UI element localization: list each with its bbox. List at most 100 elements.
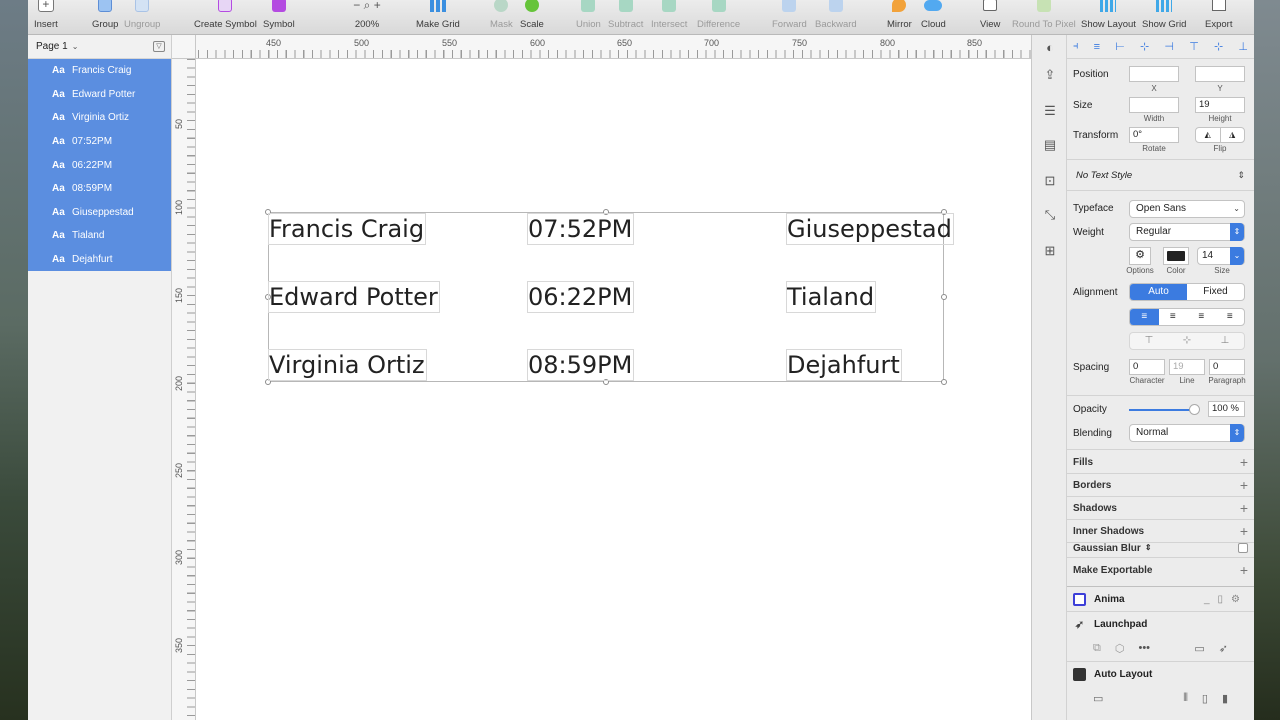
- forward-button[interactable]: Forward: [772, 0, 807, 35]
- gaussian-blur-section[interactable]: Gaussian Blur ⇕: [1067, 543, 1254, 557]
- show-layout-button[interactable]: Show Layout: [1081, 0, 1136, 35]
- add-inner-shadow-icon[interactable]: +: [1240, 523, 1248, 539]
- insert-button[interactable]: + Insert: [34, 0, 58, 35]
- layer-item[interactable]: Aa Dejahfurt: [28, 248, 171, 272]
- pin-icon[interactable]: ⊡: [1040, 171, 1060, 191]
- resize-icon[interactable]: ⤡: [1040, 205, 1060, 225]
- scale-button[interactable]: Scale: [520, 0, 544, 35]
- cube-icon[interactable]: ⬡: [1115, 642, 1125, 655]
- upload-icon[interactable]: ⇪: [1040, 65, 1060, 85]
- layer-item[interactable]: Aa Giuseppestad: [28, 201, 171, 225]
- launchpad-plugin-header[interactable]: ➶ Launchpad: [1067, 612, 1254, 636]
- resize-handle[interactable]: [941, 379, 947, 385]
- desktop-preview-icon[interactable]: ⫴: [1183, 692, 1188, 705]
- layer-item[interactable]: Aa 06:22PM: [28, 153, 171, 177]
- align-left-icon[interactable]: ⫞: [1073, 40, 1079, 53]
- resize-handle[interactable]: [941, 294, 947, 300]
- text-layer-city[interactable]: Dejahfurt: [786, 349, 902, 381]
- align-center-icon[interactable]: ⊹: [1140, 40, 1149, 53]
- distribute-icon[interactable]: ≡: [1094, 41, 1100, 53]
- text-layer-city[interactable]: Giuseppestad: [786, 213, 954, 245]
- add-image-icon[interactable]: ⊞: [1040, 241, 1060, 261]
- make-grid-button[interactable]: Make Grid: [416, 0, 460, 35]
- cloud-button[interactable]: Cloud: [921, 0, 946, 35]
- fills-section[interactable]: Fills +: [1067, 451, 1254, 473]
- more-icon[interactable]: •••: [1138, 642, 1150, 654]
- anima-controls[interactable]: _▯⚙: [1204, 594, 1248, 605]
- align-bottom-icon[interactable]: ⊥: [1238, 40, 1248, 53]
- opacity-slider-track[interactable]: [1129, 404, 1200, 415]
- subtract-button[interactable]: Subtract: [608, 0, 643, 35]
- ungroup-button[interactable]: Ungroup: [124, 0, 160, 35]
- valign-bottom-icon[interactable]: ⊥: [1206, 333, 1244, 349]
- intersect-button[interactable]: Intersect: [651, 0, 687, 35]
- text-alignment-control[interactable]: ≡ ≡ ≡ ≡: [1129, 308, 1245, 326]
- opacity-field[interactable]: 100 %: [1208, 401, 1245, 417]
- mask-button[interactable]: Mask: [490, 0, 513, 35]
- vertical-alignment-control[interactable]: ⊤ ⊹ ⊥: [1129, 332, 1245, 350]
- align-fixed-option[interactable]: Fixed: [1187, 284, 1244, 300]
- flip-horizontal-icon[interactable]: ◭: [1196, 128, 1220, 142]
- round-to-pixel-button[interactable]: Round To Pixel: [1012, 0, 1076, 35]
- add-fill-icon[interactable]: +: [1240, 454, 1248, 470]
- align-auto-option[interactable]: Auto: [1130, 284, 1187, 300]
- width-field[interactable]: [1129, 97, 1179, 113]
- group-button[interactable]: Group: [92, 0, 118, 35]
- valign-middle-icon[interactable]: ⊹: [1168, 333, 1206, 349]
- anima-toggle-icon[interactable]: ◐: [1040, 37, 1060, 57]
- layer-item[interactable]: Aa Tialand: [28, 224, 171, 248]
- flip-control[interactable]: ◭ ◮: [1195, 127, 1245, 143]
- union-button[interactable]: Union: [576, 0, 601, 35]
- export-button[interactable]: Export: [1205, 0, 1232, 35]
- show-grid-button[interactable]: Show Grid: [1142, 0, 1186, 35]
- text-color-swatch[interactable]: [1163, 247, 1189, 265]
- zoom-control[interactable]: − ⌕ + 200%: [342, 0, 392, 35]
- height-field[interactable]: 19: [1195, 97, 1245, 113]
- align-top-icon[interactable]: ⊤: [1189, 40, 1199, 53]
- borders-section[interactable]: Borders +: [1067, 474, 1254, 496]
- rotate-field[interactable]: 0°: [1129, 127, 1179, 143]
- tablet-preview-icon[interactable]: ▯: [1202, 692, 1208, 705]
- inner-shadows-section[interactable]: Inner Shadows +: [1067, 520, 1254, 542]
- mirror-button[interactable]: Mirror: [887, 0, 912, 35]
- shadows-section[interactable]: Shadows +: [1067, 497, 1254, 519]
- layer-item[interactable]: Aa Francis Craig: [28, 59, 171, 83]
- view-button[interactable]: View: [980, 0, 1000, 35]
- text-style-selector[interactable]: No Text Style ⇕: [1067, 160, 1254, 190]
- weight-dropdown[interactable]: Regular ⇕: [1129, 223, 1245, 241]
- paragraph-spacing-field[interactable]: 0: [1209, 359, 1245, 375]
- text-align-left-icon[interactable]: ≡: [1130, 309, 1159, 325]
- x-position-field[interactable]: [1129, 66, 1179, 82]
- typeface-dropdown[interactable]: Open Sans ⌄: [1129, 200, 1245, 218]
- design-canvas[interactable]: Francis Craig Edward Potter Virginia Ort…: [196, 59, 1031, 720]
- launch-icon[interactable]: ➶: [1219, 642, 1228, 655]
- text-layer-time[interactable]: 07:52PM: [527, 213, 635, 245]
- layer-item[interactable]: Aa 08:59PM: [28, 177, 171, 201]
- text-layer-time[interactable]: 08:59PM: [527, 349, 635, 381]
- filter-icon[interactable]: ▽: [153, 41, 165, 52]
- text-layer-city[interactable]: Tialand: [786, 281, 877, 313]
- folder-icon[interactable]: ▭: [1093, 692, 1103, 705]
- align-left-edge-icon[interactable]: ⊢: [1115, 40, 1125, 53]
- add-export-icon[interactable]: +: [1240, 562, 1248, 578]
- text-layer-time[interactable]: 06:22PM: [527, 281, 635, 313]
- layer-item[interactable]: Aa Edward Potter: [28, 83, 171, 107]
- line-spacing-field[interactable]: 19: [1169, 359, 1205, 375]
- text-layer-name[interactable]: Virginia Ortiz: [268, 349, 427, 381]
- y-position-field[interactable]: [1195, 66, 1245, 82]
- layer-item[interactable]: Aa Virginia Ortiz: [28, 106, 171, 130]
- layer-item[interactable]: Aa 07:52PM: [28, 130, 171, 154]
- font-size-stepper[interactable]: 14 ⌄: [1197, 247, 1245, 265]
- create-symbol-button[interactable]: Create Symbol: [194, 0, 257, 35]
- text-layer-name[interactable]: Edward Potter: [268, 281, 440, 313]
- add-border-icon[interactable]: +: [1240, 477, 1248, 493]
- add-shadow-icon[interactable]: +: [1240, 500, 1248, 516]
- difference-button[interactable]: Difference: [697, 0, 740, 35]
- text-options-button[interactable]: ⚙: [1129, 247, 1151, 265]
- alignment-mode-toggle[interactable]: Auto Fixed: [1129, 283, 1245, 301]
- character-spacing-field[interactable]: 0: [1129, 359, 1165, 375]
- anima-plugin-header[interactable]: Anima _▯⚙: [1067, 587, 1254, 611]
- valign-top-icon[interactable]: ⊤: [1130, 333, 1168, 349]
- backward-button[interactable]: Backward: [815, 0, 857, 35]
- text-align-right-icon[interactable]: ≡: [1187, 309, 1216, 325]
